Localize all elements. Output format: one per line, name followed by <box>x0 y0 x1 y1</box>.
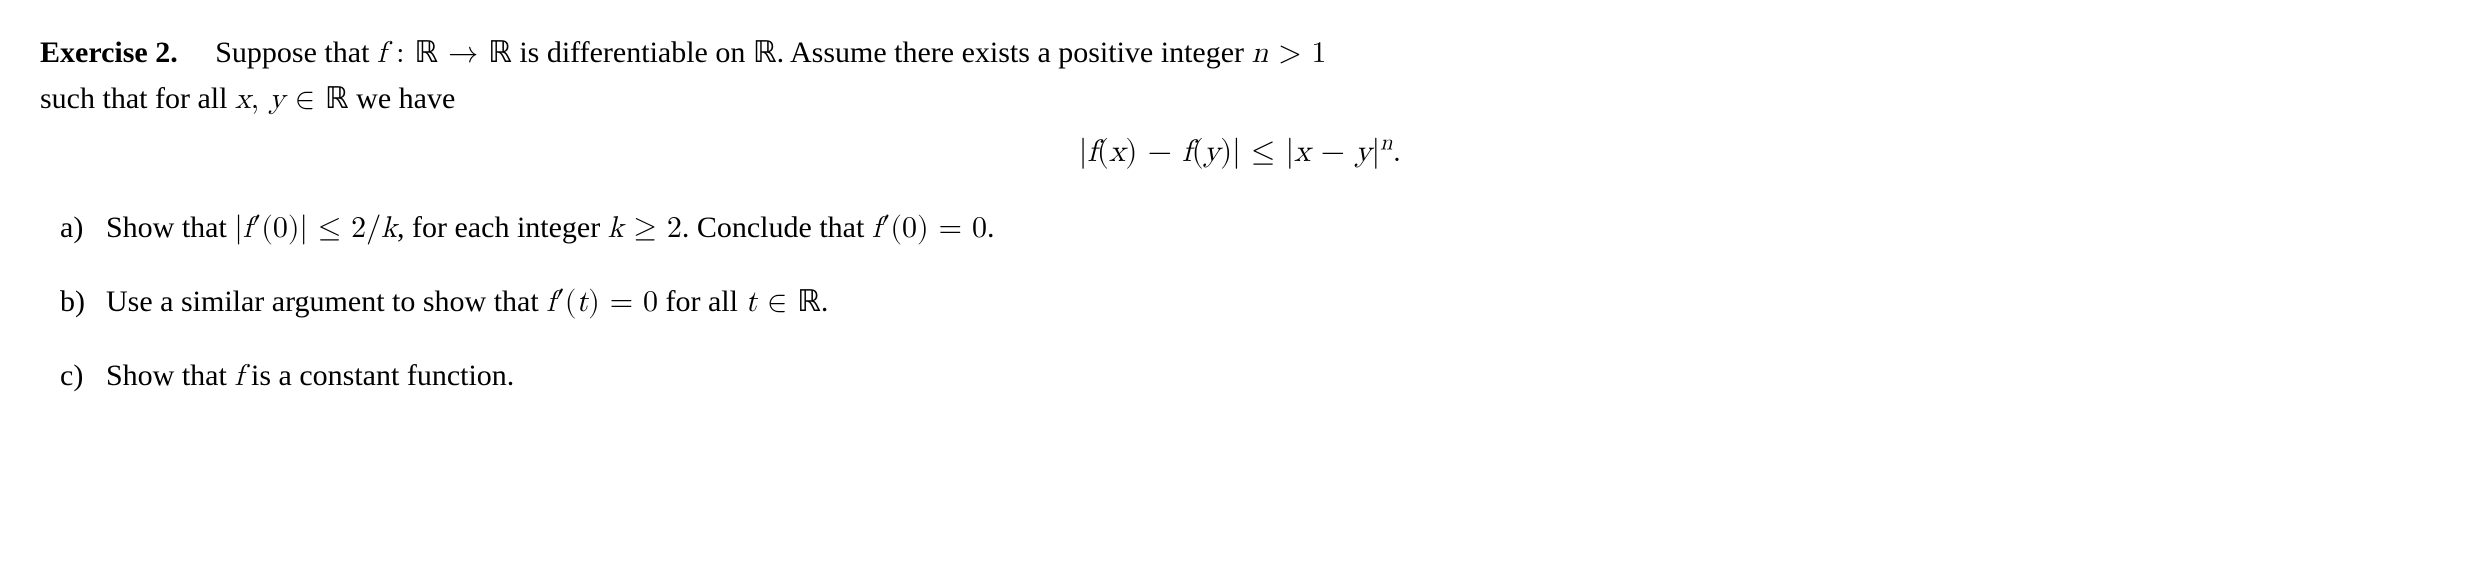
display-equation: |f(x) − f(y)| ≤ |x − y|n. <box>40 130 2440 177</box>
part-text: is a constant function. <box>244 359 515 392</box>
part-label: a) <box>60 205 106 250</box>
math-f: f <box>234 361 243 391</box>
intro-text-5: we have <box>349 82 456 115</box>
part-a: a) Show that |f′(0)| ≤ 2/k, for each int… <box>40 205 2440 251</box>
part-text: Show that <box>106 359 234 392</box>
exercise-intro: Exercise 2. Suppose that f : ℝ → ℝ is di… <box>40 30 2440 122</box>
math-fprime-bound: |f′(0)| ≤ 2/k <box>234 213 397 243</box>
part-body: Use a similar argument to show that f′(t… <box>106 279 828 325</box>
part-body: Show that f is a constant function. <box>106 353 514 399</box>
exercise-block: Exercise 2. Suppose that f : ℝ → ℝ is di… <box>40 30 2440 399</box>
math-xy: x, y ∈ ℝ <box>235 84 349 114</box>
part-text: Show that <box>106 211 234 244</box>
part-body: Show that |f′(0)| ≤ 2/k, for each intege… <box>106 205 994 251</box>
intro-text-4: such that for all <box>40 82 235 115</box>
math-t-in-r: t ∈ ℝ <box>745 287 820 317</box>
part-text: . <box>821 285 829 318</box>
math-fprime-t: f′(t) = 0 <box>546 287 658 317</box>
intro-text-1: Suppose that <box>215 36 377 69</box>
display-period: . <box>1393 137 1402 168</box>
math-n-cond: n > 1 <box>1252 38 1327 68</box>
part-text: , for each integer <box>397 211 608 244</box>
math-fprime-zero: f′(0) = 0 <box>872 213 987 243</box>
part-label: b) <box>60 279 106 324</box>
math-k-cond: k ≥ 2 <box>608 213 682 243</box>
part-label: c) <box>60 353 106 398</box>
exercise-label: Exercise 2. <box>40 36 178 69</box>
part-text: for all <box>658 285 745 318</box>
math-reals-1: ℝ <box>753 36 777 69</box>
part-text: . <box>987 211 995 244</box>
part-text: . Conclude that <box>682 211 872 244</box>
math-fn-decl: f : ℝ → ℝ <box>377 38 512 68</box>
parts-list: a) Show that |f′(0)| ≤ 2/k, for each int… <box>40 205 2440 399</box>
part-text: Use a similar argument to show that <box>106 285 546 318</box>
part-b: b) Use a similar argument to show that f… <box>40 279 2440 325</box>
math-exponent: n <box>1380 133 1392 155</box>
intro-text-2: is differentiable on <box>512 36 753 69</box>
intro-text-3: . Assume there exists a positive integer <box>777 36 1252 69</box>
part-c: c) Show that f is a constant function. <box>40 353 2440 399</box>
